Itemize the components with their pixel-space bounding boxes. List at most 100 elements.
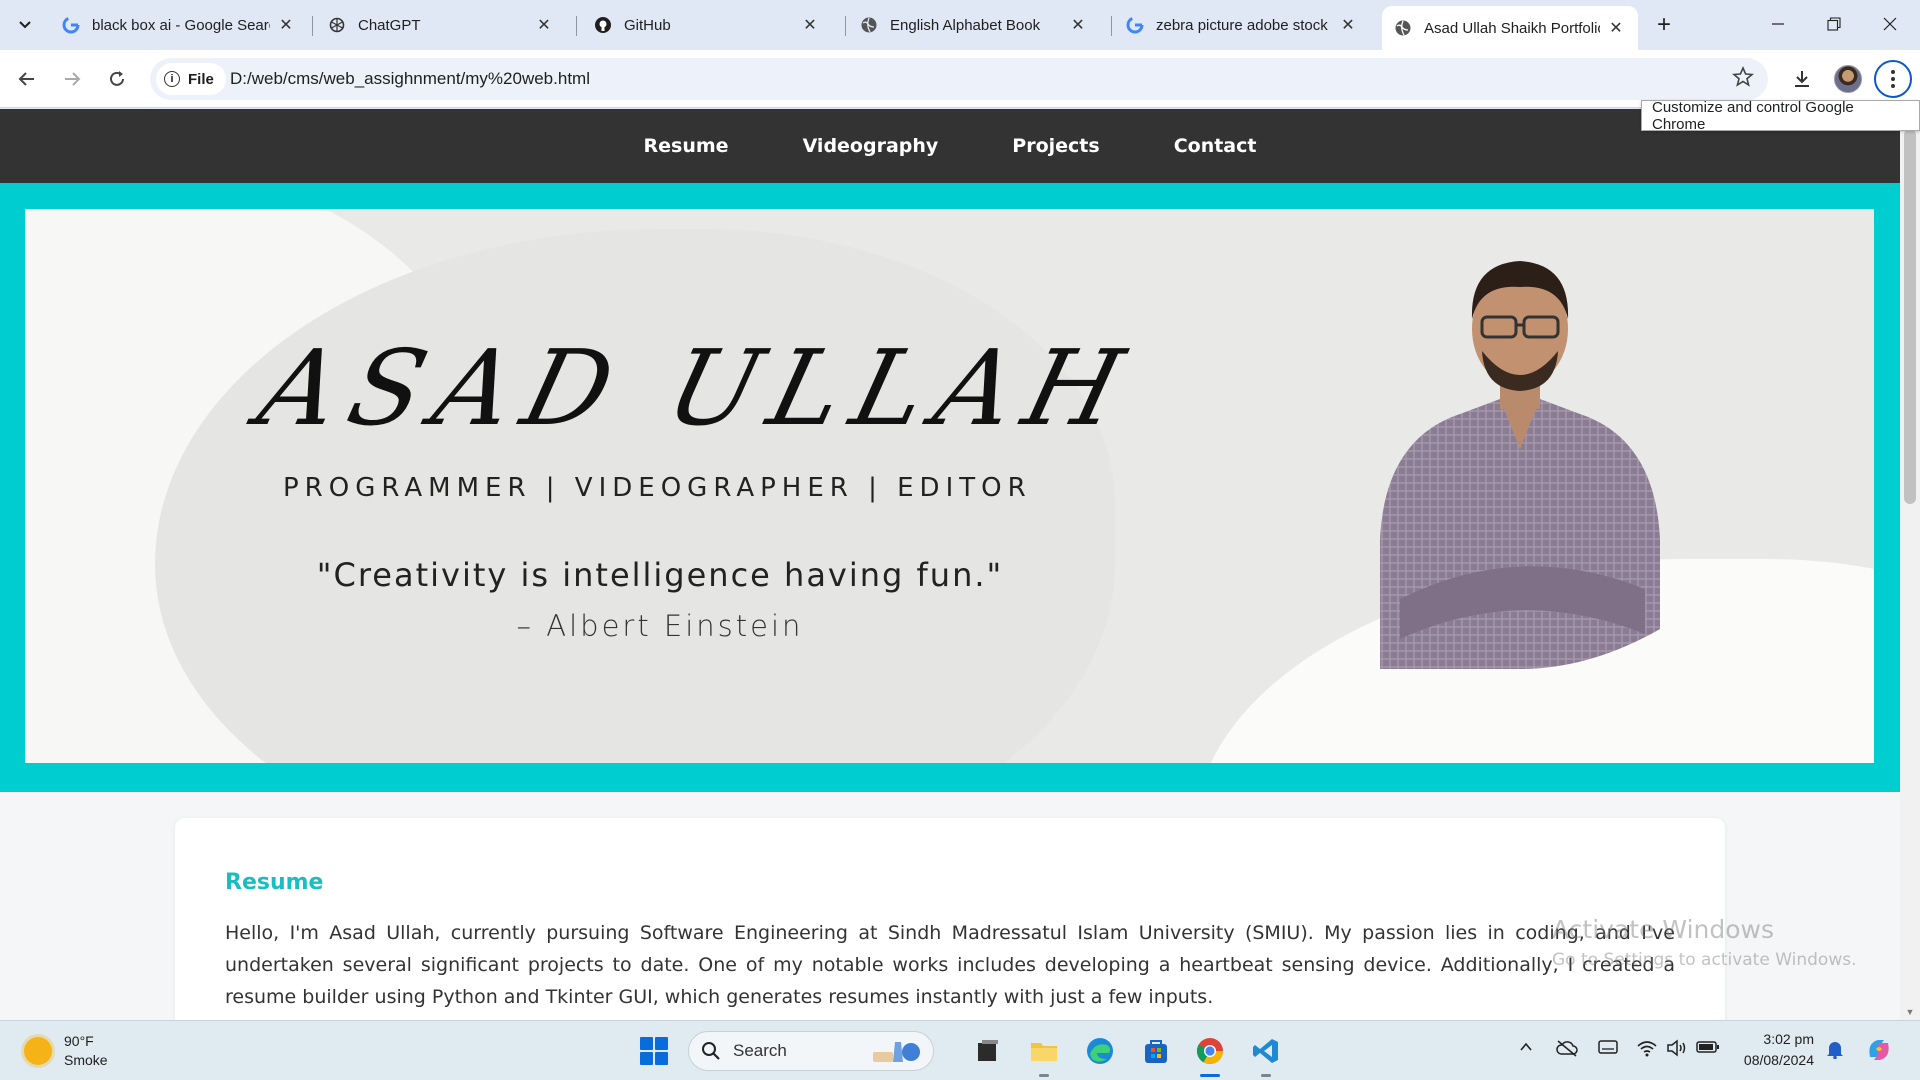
site-info-chip[interactable]: i File	[156, 63, 226, 95]
minimize-button[interactable]	[1750, 0, 1806, 48]
arrow-right-icon	[65, 72, 81, 86]
chevron-down-icon	[19, 21, 31, 29]
vscode-icon	[1253, 1039, 1278, 1063]
tab-github[interactable]: GitHub ✕	[582, 8, 832, 42]
tab-portfolio-active[interactable]: Asad Ullah Shaikh Portfolio ✕	[1382, 6, 1638, 50]
tab-search-button[interactable]	[8, 10, 42, 40]
wifi-icon	[1637, 1041, 1657, 1057]
close-icon[interactable]: ✕	[534, 15, 554, 35]
taskbar-vscode[interactable]	[1248, 1033, 1284, 1077]
copilot-icon	[1869, 1040, 1889, 1060]
scrollbar-thumb[interactable]	[1904, 129, 1916, 504]
notifications-button[interactable]	[1826, 1039, 1844, 1062]
url-text[interactable]: D:/web/cms/web_assighnment/my%20web.html	[230, 69, 590, 89]
network-status[interactable]	[1636, 1039, 1658, 1060]
tab-english-alphabet-book[interactable]: English Alphabet Book ✕	[848, 8, 1100, 42]
nav-link-resume[interactable]: Resume	[644, 135, 729, 157]
new-tab-button[interactable]: +	[1648, 10, 1680, 40]
running-indicator	[1039, 1074, 1049, 1077]
hero-quote: "Creativity is intelligence having fun."	[316, 556, 1004, 594]
volume-control[interactable]	[1666, 1039, 1688, 1060]
speaker-icon	[1667, 1039, 1686, 1057]
hero-name: ASAD ULLAH	[247, 327, 1148, 449]
taskbar-edge[interactable]	[1082, 1033, 1118, 1069]
resume-text: Hello, I'm Asad Ullah, currently pursuin…	[225, 922, 1675, 1008]
tablet-keyboard-button[interactable]	[1598, 1039, 1618, 1058]
running-indicator	[1261, 1074, 1271, 1077]
tab-separator	[845, 16, 846, 36]
tab-strip: black box ai - Google Search ✕ ChatGPT ✕…	[0, 0, 1920, 50]
battery-status[interactable]	[1696, 1039, 1720, 1058]
folder-icon	[1031, 1043, 1057, 1061]
search-icon	[702, 1042, 720, 1060]
weather-description: Smoke	[64, 1052, 108, 1068]
address-bar[interactable]: i File D:/web/cms/web_assighnment/my%20w…	[150, 58, 1768, 100]
nav-link-projects[interactable]: Projects	[1012, 135, 1099, 157]
tab-separator	[576, 16, 577, 36]
back-button[interactable]	[9, 61, 45, 97]
windows-logo-icon	[640, 1037, 653, 1050]
close-icon[interactable]: ✕	[800, 15, 820, 35]
tab-title: zebra picture adobe stock	[1156, 16, 1328, 34]
globe-icon	[1394, 19, 1412, 37]
scroll-down-arrow-icon[interactable]: ▼	[1900, 1004, 1920, 1020]
nav-link-videography[interactable]: Videography	[803, 135, 939, 157]
cloud-off-icon	[1556, 1040, 1578, 1057]
close-window-button[interactable]	[1862, 0, 1918, 48]
battery-icon	[1696, 1041, 1719, 1053]
taskbar-task-view[interactable]	[970, 1033, 1006, 1069]
reload-button[interactable]	[99, 61, 135, 97]
page-viewport: Resume Videography Projects Contact ASAD…	[0, 109, 1900, 1020]
weather-temperature: 90°F	[64, 1033, 94, 1049]
minimize-icon	[1772, 23, 1784, 25]
taskbar-chrome[interactable]	[1192, 1033, 1228, 1077]
downloads-button[interactable]	[1784, 61, 1820, 97]
globe-icon	[860, 16, 878, 34]
github-icon	[594, 16, 612, 34]
hero-quote-author: – Albert Einstein	[516, 609, 804, 643]
chevron-up-icon	[1520, 1042, 1532, 1051]
info-icon: i	[164, 71, 180, 87]
sun-haze-icon	[24, 1037, 52, 1065]
clock-date: 08/08/2024	[1743, 1052, 1814, 1068]
tab-black-box-ai[interactable]: black box ai - Google Search ✕	[50, 8, 308, 42]
browser-toolbar: i File D:/web/cms/web_assighnment/my%20w…	[0, 50, 1920, 108]
menu-tooltip: Customize and control Google Chrome	[1641, 99, 1920, 133]
google-icon	[62, 16, 80, 34]
close-icon[interactable]: ✕	[276, 15, 296, 35]
clock-time: 3:02 pm	[1763, 1031, 1814, 1047]
plus-icon: +	[1656, 11, 1671, 38]
tab-separator	[312, 16, 313, 36]
start-button[interactable]	[640, 1037, 668, 1065]
close-icon	[1883, 17, 1897, 31]
close-icon[interactable]: ✕	[1606, 18, 1626, 38]
profile-portrait	[1380, 261, 1660, 669]
forward-button[interactable]	[54, 61, 90, 97]
chrome-icon	[1196, 1038, 1224, 1065]
resume-heading: Resume	[225, 870, 324, 895]
profile-avatar[interactable]	[1834, 65, 1862, 93]
close-icon[interactable]: ✕	[1068, 15, 1088, 35]
tab-zebra-picture[interactable]: zebra picture adobe stock ✕	[1114, 8, 1370, 42]
more-vertical-icon	[1891, 70, 1895, 88]
edge-browser-icon	[1087, 1038, 1113, 1064]
restore-button[interactable]	[1806, 0, 1862, 48]
close-icon[interactable]: ✕	[1338, 15, 1358, 35]
taskbar-file-explorer[interactable]	[1026, 1033, 1062, 1077]
page-scrollbar[interactable]: ▲ ▼	[1900, 109, 1920, 1020]
taskbar-search-box[interactable]: Search	[688, 1031, 934, 1071]
taskbar-store[interactable]	[1138, 1033, 1174, 1069]
chatgpt-icon	[328, 16, 346, 34]
copilot-button[interactable]	[1864, 1035, 1894, 1068]
show-hidden-icons-button[interactable]	[1518, 1039, 1534, 1058]
site-navbar: Resume Videography Projects Contact	[0, 109, 1900, 183]
resume-card: Resume Hello, I'm Asad Ullah, currently …	[175, 818, 1725, 1020]
hero-banner: ASAD ULLAH PROGRAMMER | VIDEOGRAPHER | E…	[25, 209, 1874, 763]
tab-chatgpt[interactable]: ChatGPT ✕	[316, 8, 566, 42]
activation-watermark-text: Go to Settings to activate Windows.	[1552, 950, 1857, 970]
onedrive-status[interactable]	[1556, 1039, 1578, 1060]
chrome-menu-button[interactable]	[1874, 60, 1912, 98]
bookmark-star-icon[interactable]	[1731, 65, 1755, 93]
keyboard-icon	[1598, 1040, 1618, 1054]
nav-link-contact[interactable]: Contact	[1174, 135, 1257, 157]
